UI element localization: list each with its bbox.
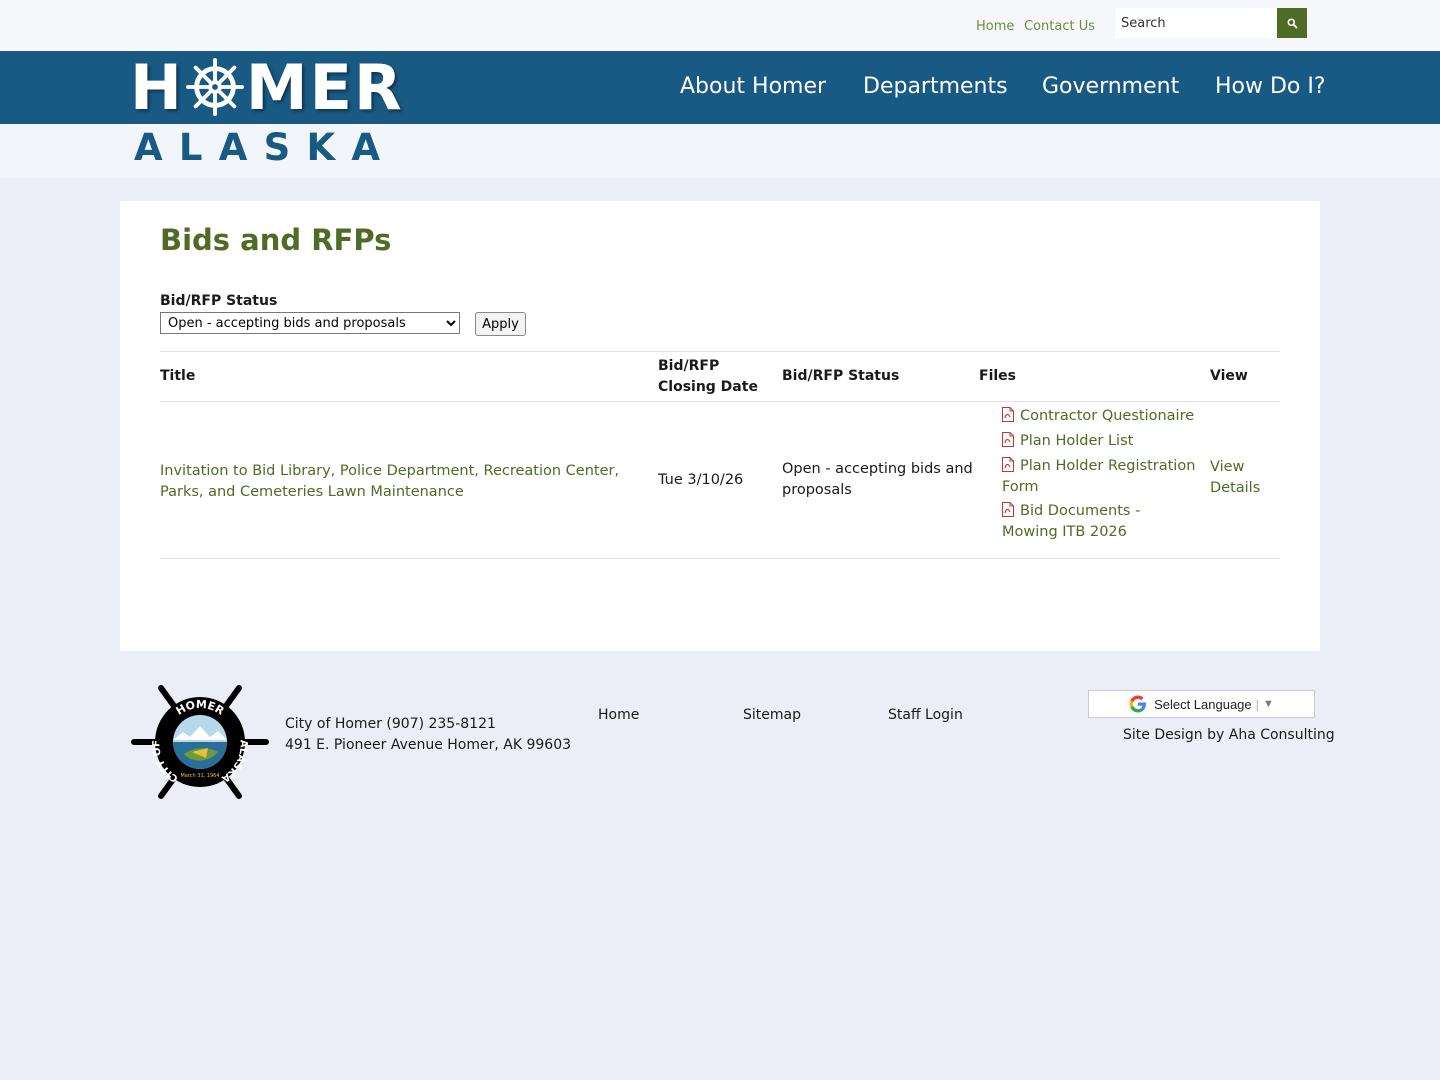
footer-link-home[interactable]: Home bbox=[598, 707, 639, 723]
table-header-rule bbox=[160, 401, 1280, 402]
bid-title-link[interactable]: Invitation to Bid Library, Police Depart… bbox=[160, 461, 620, 503]
pdf-file-icon bbox=[1002, 432, 1014, 447]
column-header-view: View bbox=[1210, 368, 1248, 384]
google-g-icon bbox=[1129, 695, 1147, 713]
logo-letters-mer: MER bbox=[245, 50, 404, 124]
chevron-down-icon: ▼ bbox=[1263, 698, 1274, 710]
logo-letter: K bbox=[306, 126, 336, 169]
table-top-rule bbox=[160, 351, 1280, 352]
logo-letter: A bbox=[134, 126, 163, 169]
site-logo[interactable]: H MER bbox=[130, 50, 404, 124]
file-link-plan-holder-list[interactable]: Plan Holder List bbox=[1002, 431, 1197, 452]
utility-link-home[interactable]: Home bbox=[976, 19, 1014, 34]
table-bottom-rule bbox=[160, 558, 1280, 559]
footer-link-sitemap[interactable]: Sitemap bbox=[743, 707, 801, 723]
logo-letter: A bbox=[218, 126, 248, 169]
utility-bar: Home Contact Us bbox=[0, 0, 1440, 51]
file-link-plan-holder-registration-form[interactable]: Plan Holder Registration Form bbox=[1002, 456, 1197, 498]
file-link-label: Plan Holder Registration Form bbox=[1002, 458, 1196, 495]
status-filter-label: Bid/RFP Status bbox=[160, 293, 278, 309]
nav-item-departments[interactable]: Departments bbox=[863, 74, 1008, 99]
logo-letter-h: H bbox=[130, 50, 184, 124]
column-header-title[interactable]: Title bbox=[160, 366, 195, 387]
logo-letter: L bbox=[178, 126, 203, 169]
seal-date-text: March 31, 1964 bbox=[180, 773, 219, 779]
nav-item-government[interactable]: Government bbox=[1042, 74, 1179, 99]
city-seal-logo: HOMER CITY OF ALASKA March 31, 1964 bbox=[131, 685, 269, 799]
file-link-label: Plan Holder List bbox=[1020, 433, 1134, 449]
language-selector-label: Select Language bbox=[1154, 696, 1252, 712]
search-button[interactable] bbox=[1277, 8, 1307, 38]
apply-button[interactable]: Apply bbox=[475, 312, 526, 336]
view-details-link[interactable]: View Details bbox=[1210, 457, 1280, 499]
column-header-status[interactable]: Bid/RFP Status bbox=[782, 366, 899, 387]
footer-link-staff-login[interactable]: Staff Login bbox=[888, 707, 963, 723]
status-filter-select[interactable]: Open - accepting bids and proposals bbox=[160, 312, 460, 334]
nav-item-about-homer[interactable]: About Homer bbox=[680, 74, 826, 99]
utility-link-contact[interactable]: Contact Us bbox=[1024, 19, 1095, 34]
nav-item-how-do-i[interactable]: How Do I? bbox=[1215, 74, 1326, 99]
footer-contact-phone: City of Homer (907) 235-8121 bbox=[285, 716, 496, 732]
page-title: Bids and RFPs bbox=[160, 223, 392, 257]
pdf-file-icon bbox=[1002, 457, 1014, 472]
pdf-file-icon bbox=[1002, 407, 1014, 422]
pdf-file-icon bbox=[1002, 502, 1014, 517]
file-link-label: Bid Documents - Mowing ITB 2026 bbox=[1002, 503, 1141, 540]
file-link-bid-documents[interactable]: Bid Documents - Mowing ITB 2026 bbox=[1002, 501, 1197, 543]
bid-status: Open - accepting bids and proposals bbox=[782, 461, 973, 498]
language-selector[interactable]: Select Language | ▼ bbox=[1088, 690, 1315, 718]
logo-alaska-word: A L A S K A bbox=[134, 126, 380, 169]
column-header-closing-date[interactable]: Bid/RFP Closing Date bbox=[658, 356, 778, 398]
footer-contact-address: 491 E. Pioneer Avenue Homer, AK 99603 bbox=[285, 737, 572, 753]
column-header-files: Files bbox=[979, 368, 1016, 384]
bid-closing-date: Tue 3/10/26 bbox=[658, 472, 744, 488]
search-input[interactable] bbox=[1115, 8, 1277, 38]
content-card: Bids and RFPs Bid/RFP Status Open - acce… bbox=[120, 201, 1320, 651]
logo-letter: A bbox=[351, 126, 380, 169]
logo-letter: S bbox=[263, 126, 291, 169]
search-icon bbox=[1287, 18, 1298, 29]
ship-wheel-icon bbox=[185, 58, 244, 116]
language-separator: | bbox=[1255, 696, 1260, 712]
file-link-contractor-questionaire[interactable]: Contractor Questionaire bbox=[1002, 406, 1197, 427]
footer-site-credit[interactable]: Site Design by Aha Consulting bbox=[1123, 727, 1335, 743]
file-link-label: Contractor Questionaire bbox=[1020, 408, 1195, 424]
